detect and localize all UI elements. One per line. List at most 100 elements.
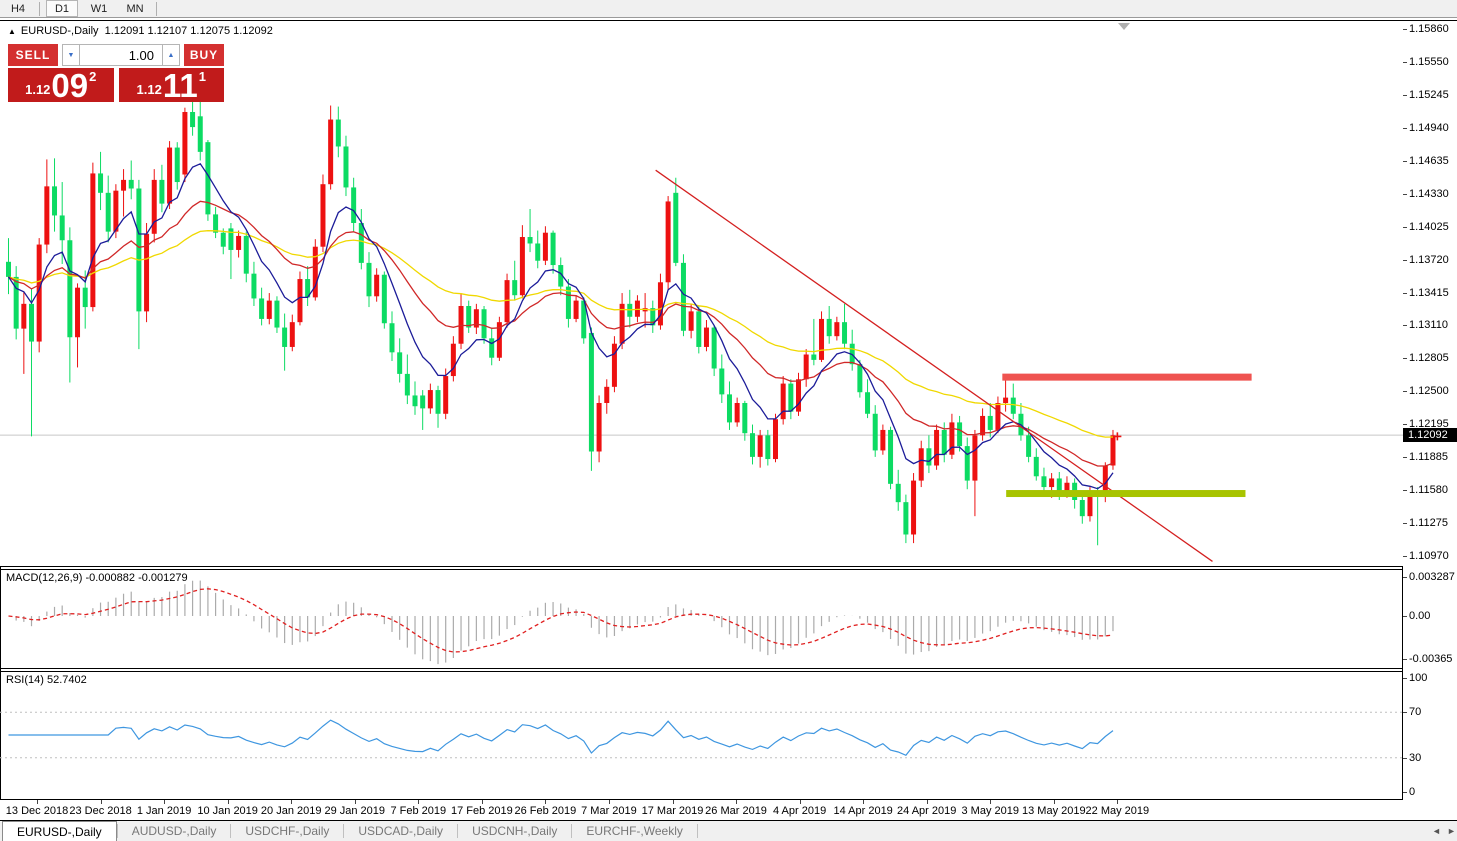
candle-body [888,430,893,484]
candle-body [297,279,302,322]
volume-input[interactable] [80,44,162,66]
candle-body [274,301,279,328]
macd-pane-canvas[interactable] [0,570,1403,668]
sell-button[interactable]: SELL [8,44,58,66]
timeframe-button-mn[interactable]: MN [120,1,150,16]
candle-body [635,301,640,317]
candle-body [742,403,747,433]
chart-tab-eurchf[interactable]: EURCHF-,Weekly [572,821,696,841]
date-axis-label: 17 Mar 2019 [642,805,704,817]
price-axis-label: 1.14940 [1409,122,1449,134]
rsi-label: RSI(14) 52.7402 [6,674,87,686]
candle-body [765,435,770,459]
sell-price-display[interactable]: 1.12 09 2 [8,68,114,102]
candle-body [574,301,579,319]
candle-body [90,173,95,307]
macd-label: MACD(12,26,9) -0.000882 -0.001279 [6,572,188,584]
candle-body [903,502,908,534]
candle-body [121,180,126,191]
toolbar-separator [156,2,157,16]
date-axis-tick [228,800,229,804]
candle-body [489,338,494,357]
date-axis-tick [673,800,674,804]
candle-body [436,390,441,414]
price-axis-label: 1.11885 [1409,451,1448,463]
candle-body [512,280,517,295]
candlestick-chart-canvas[interactable] [0,21,1403,566]
rsi-axis-label: 100 [1409,672,1427,684]
tab-scroll-right-icon[interactable]: ► [1447,821,1456,841]
chart-symbol-label: EURUSD-,Daily [21,25,99,37]
candle-body [282,328,287,347]
candle-body [83,288,88,307]
price-axis-tick [1403,391,1407,392]
chart-tab-eurusd[interactable]: EURUSD-,Daily [2,821,117,841]
timeframe-button-w1[interactable]: W1 [84,1,114,16]
chart-shift-marker-icon[interactable] [1118,23,1130,30]
chart-tab-usdchf[interactable]: USDCHF-,Daily [231,821,343,841]
price-axis-tick [1403,161,1407,162]
candle-body [52,186,57,215]
moving-average-line [9,164,1114,489]
candle-body [758,435,763,457]
candle-body [1034,457,1039,476]
candle-body [520,237,525,295]
volume-increase-button[interactable]: ▲ [162,44,180,66]
candle-body [995,403,1000,430]
rsi-axis-tick [1403,678,1407,679]
macd-axis-tick [1403,616,1407,617]
price-axis-label: 1.15860 [1409,23,1449,35]
resistance-level-line[interactable] [1002,374,1251,381]
volume-decrease-button[interactable]: ▼ [62,44,80,66]
price-axis-label: 1.15550 [1409,56,1449,68]
candle-body [1057,478,1062,491]
price-axis-label: 1.14330 [1409,188,1449,200]
candle-body [842,322,847,344]
chart-tab-audusd[interactable]: AUDUSD-,Daily [118,821,231,841]
candle-body [919,448,924,480]
date-axis-label: 3 May 2019 [962,805,1019,817]
price-axis-tick [1403,523,1407,524]
candle-body [788,384,793,412]
chart-tab-usdcnh[interactable]: USDCNH-,Daily [458,821,571,841]
main-chart-pane[interactable] [0,21,1403,566]
date-axis-tick [609,800,610,804]
descending-trendline[interactable] [656,170,1213,561]
candle-body [259,298,264,318]
tab-scroll-left-icon[interactable]: ◄ [1432,821,1441,841]
candle-body [29,304,34,342]
chart-tab-usdcad[interactable]: USDCAD-,Daily [344,821,457,841]
candle-body [443,376,448,414]
rsi-pane-canvas[interactable] [0,672,1403,799]
date-axis-tick [1054,800,1055,804]
candle-body [796,379,801,411]
date-axis-label: 1 Jan 2019 [137,805,191,817]
candle-body [597,403,602,452]
candle-body [727,394,732,422]
candle-body [873,414,878,451]
date-axis-label: 13 Dec 2018 [6,805,68,817]
candle-body [704,328,709,347]
rsi-axis-label: 70 [1409,706,1421,718]
support-level-line[interactable] [1006,490,1245,497]
candle-body [612,344,617,387]
candle-body [44,186,49,244]
candle-body [957,422,962,446]
candle-body [413,395,418,406]
price-axis-label: 1.11275 [1409,517,1448,529]
candle-body [374,275,379,297]
buy-button[interactable]: BUY [184,44,224,66]
price-axis-label: 1.14025 [1409,221,1449,233]
timeframe-button-h4[interactable]: H4 [3,1,33,16]
candle-body [482,309,487,338]
buy-price-display[interactable]: 1.12 11 1 [119,68,225,102]
candle-body [750,433,755,457]
collapse-panel-icon[interactable]: ▲ [8,27,16,36]
timeframe-button-d1[interactable]: D1 [46,0,78,17]
rsi-axis-tick [1403,712,1407,713]
candle-body [1080,500,1085,516]
candle-body [681,263,686,331]
macd-axis-label: -0.00365 [1409,653,1452,665]
candle-body [1110,435,1115,465]
candle-body [535,243,540,260]
